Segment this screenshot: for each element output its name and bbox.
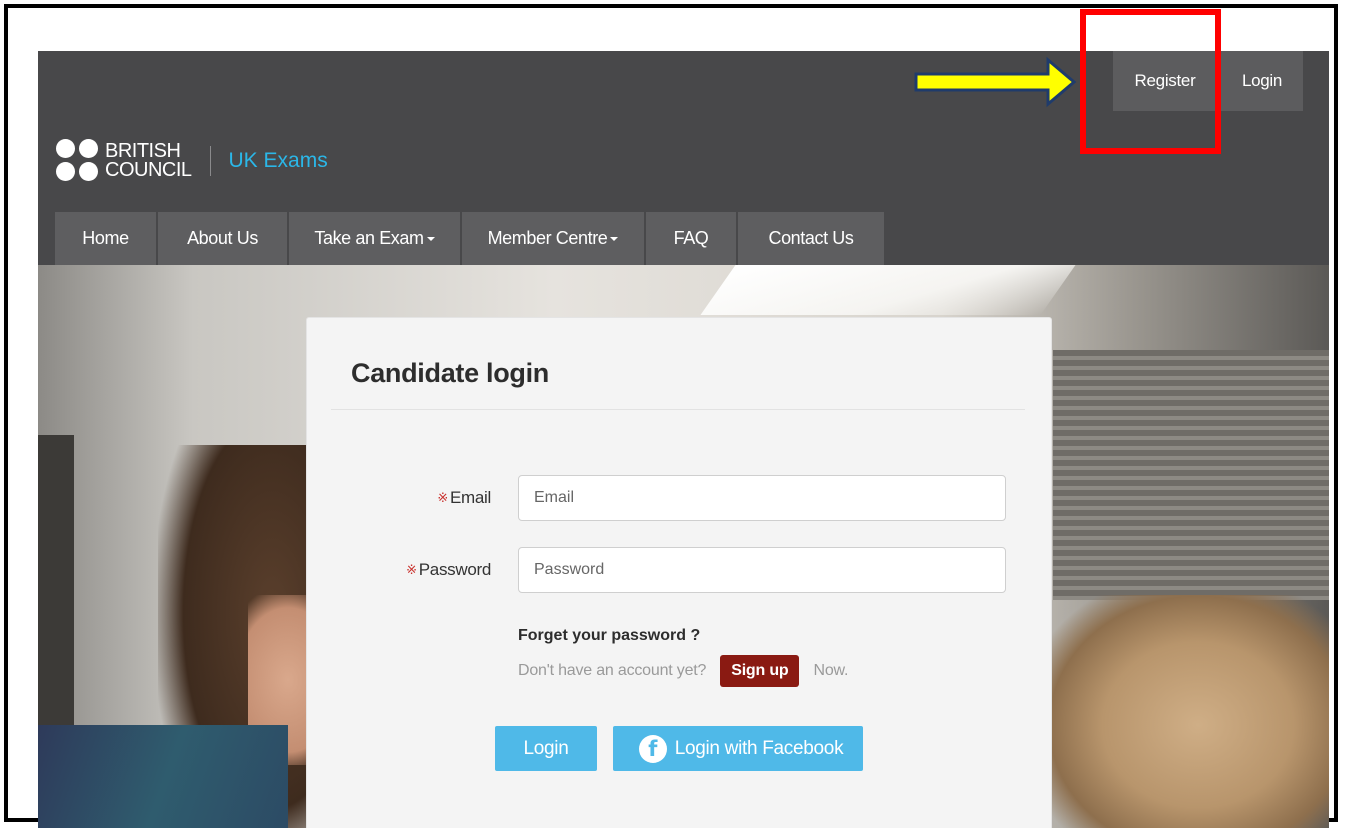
email-label: ※ Email [437,475,491,521]
annotation-highlight-box [1080,9,1221,154]
logo-wordmark: BRITISH COUNCIL [105,139,192,181]
site-logo[interactable]: BRITISH COUNCIL UK Exams [56,139,328,182]
chevron-down-icon [610,236,619,241]
forgot-password-link[interactable]: Forget your password ? [518,627,700,645]
logo-divider [209,145,211,176]
nav-item-about-us[interactable]: About Us [158,212,289,265]
british-council-logo-icon [56,139,99,182]
password-field[interactable] [518,547,1006,593]
nav-item-label: About Us [187,228,258,248]
facebook-icon: f [638,734,667,763]
email-field[interactable] [518,475,1006,521]
nav-item-member-centre[interactable]: Member Centre [462,212,646,265]
hero-window-blinds [1053,350,1329,600]
password-row: ※ Password [307,547,1051,593]
nav-item-contact-us[interactable]: Contact Us [738,212,884,265]
password-label-text: Password [418,560,492,579]
required-asterisk-icon: ※ [437,490,448,505]
nav-item-label: Home [82,228,129,248]
nav-item-label: FAQ [673,228,709,248]
password-label: ※ Password [406,547,491,593]
page-title: Candidate login [351,358,550,388]
logo-line-1: BRITISH [105,139,181,162]
facebook-button-label: Login with Facebook [674,737,844,759]
nav-item-home[interactable]: Home [55,212,158,265]
signup-suffix: Now. [813,662,849,679]
email-label-text: Email [449,488,491,507]
nav-item-label: Member Centre [487,228,608,248]
login-label: Login [1241,71,1283,90]
title-divider [331,409,1025,410]
hero-person-right-hair [1048,595,1329,828]
annotation-arrow-icon [914,56,1077,108]
login-button-label: Login [523,737,569,759]
nav-item-label: Take an Exam [314,228,424,248]
logo-subtitle: UK Exams [228,148,328,172]
login-link[interactable]: Login [1221,51,1303,111]
nav-item-faq[interactable]: FAQ [646,212,738,265]
chevron-down-icon [426,236,435,241]
candidate-login-card: Candidate login ※ Email ※ Password Forge… [306,317,1052,828]
login-actions: Login f Login with Facebook [495,726,863,771]
hero-person-left-shirt [38,725,288,828]
hero-wall-shadow [38,435,74,735]
required-asterisk-icon: ※ [406,562,417,577]
hero-ceiling-light [700,265,1076,315]
email-row: ※ Email [307,475,1051,521]
signup-prefix: Don't have an account yet? [518,662,707,679]
nav-item-label: Contact Us [768,228,854,248]
login-with-facebook-button[interactable]: f Login with Facebook [613,726,863,771]
main-nav: Home About Us Take an Exam Member Centre… [55,212,884,265]
browser-page: Register Login BRITISH COUNCIL UK Exams [38,51,1329,828]
login-button[interactable]: Login [495,726,597,771]
nav-item-take-an-exam[interactable]: Take an Exam [289,212,462,265]
logo-line-2: COUNCIL [105,158,192,181]
sign-up-button[interactable]: Sign up [720,655,800,687]
signup-line: Don't have an account yet? Sign up Now. [518,655,848,687]
